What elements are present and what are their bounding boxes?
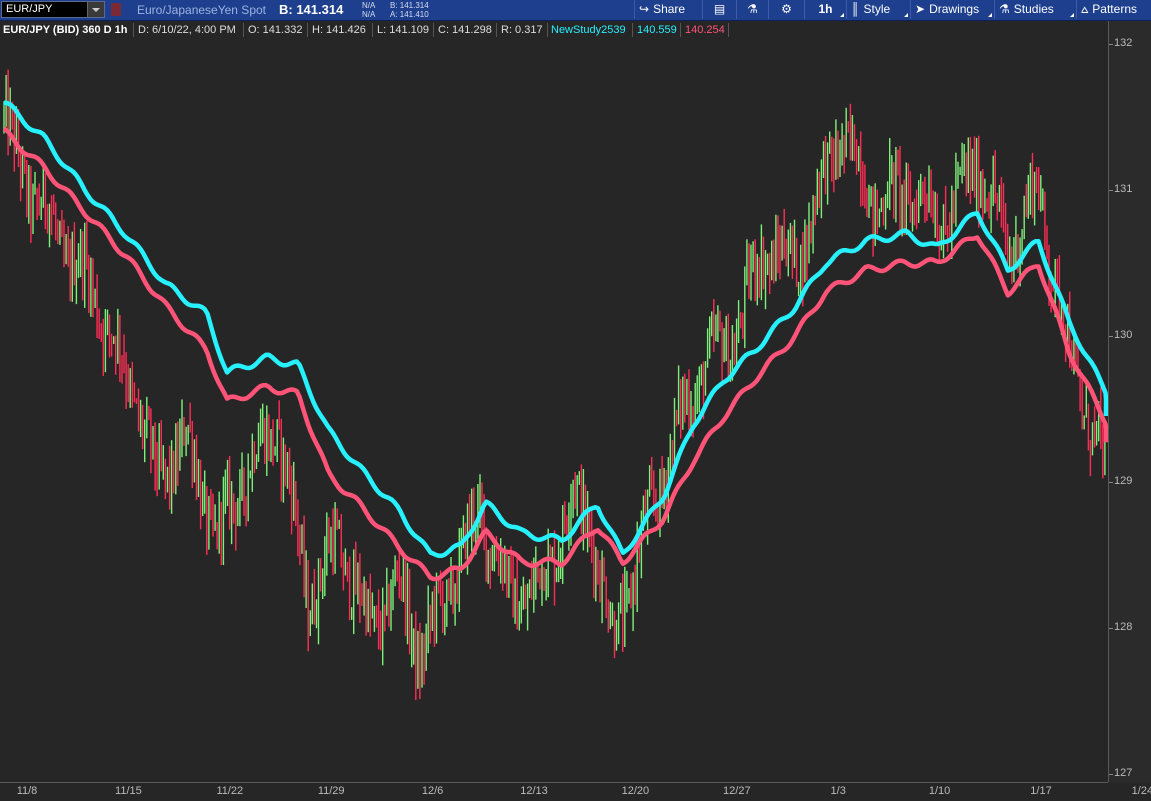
candles-icon: ║	[851, 2, 860, 16]
date-tick-label: 1/10	[928, 785, 951, 797]
price-axis[interactable]: 132 131 130 129 128 127	[1108, 21, 1151, 782]
price-tick-label: 129	[1114, 475, 1133, 487]
divider	[243, 23, 244, 37]
divider	[680, 23, 681, 37]
mini-quote-left-2: N/A	[362, 10, 376, 19]
date-tick-label: 1/3	[830, 785, 846, 797]
high-value: H: 141.426	[312, 24, 366, 36]
flask-icon: ⚗	[999, 2, 1010, 16]
bid-price: B: 141.314	[279, 2, 344, 17]
chart-settings-icon: ▤	[713, 2, 726, 16]
date-axis[interactable]: 11/8 11/15 11/22 11/29 12/6 12/13 12/20 12/27 1/…	[0, 782, 1151, 801]
divider	[433, 23, 434, 37]
corner-arrow-icon	[1070, 13, 1074, 17]
timeframe-label: 1h	[818, 2, 833, 16]
mini-bid: B: 141.314	[390, 1, 429, 10]
style-label: Style	[863, 2, 891, 16]
date-tick-label: 12/6	[421, 785, 444, 797]
price-tick-label: 128	[1114, 621, 1133, 633]
drawings-button[interactable]: ➤ Drawings	[910, 0, 994, 19]
flag-icon[interactable]	[111, 3, 121, 16]
date-tick-label: 12/13	[520, 785, 548, 797]
chevron-down-icon[interactable]	[87, 2, 104, 17]
gear-icon: ⚙	[781, 2, 792, 16]
flask-icon: ⚗	[747, 2, 758, 16]
range-value: R: 0.317	[501, 24, 543, 36]
gear-button[interactable]: ⚙	[768, 0, 804, 19]
price-tick-mark	[1109, 336, 1113, 337]
divider	[372, 23, 373, 37]
price-tick-mark	[1109, 190, 1113, 191]
symbol-description: Euro/JapaneseYen Spot	[137, 3, 266, 17]
patterns-icon: ⩟	[1081, 2, 1089, 16]
date-tick-label: 1/24	[1131, 785, 1151, 797]
study-value-1: 140.559	[637, 24, 677, 36]
date-tick-label: 11/15	[115, 785, 142, 797]
symbol-selector[interactable]: EUR/JPY	[1, 1, 105, 18]
price-tick-mark	[1109, 482, 1113, 483]
divider	[547, 23, 548, 37]
open-value: O: 141.332	[248, 24, 303, 36]
date-tick-label: 11/8	[16, 785, 38, 797]
date-tick-label: 12/27	[723, 785, 751, 797]
date-tick-label: 11/22	[216, 785, 244, 797]
corner-arrow-icon	[840, 13, 844, 17]
timeframe-button[interactable]: 1h	[804, 0, 846, 19]
price-tick-label: 131	[1114, 183, 1133, 195]
chart-settings-button[interactable]: ▤	[702, 0, 736, 19]
studies-label: Studies	[1013, 2, 1054, 16]
divider	[632, 23, 633, 37]
chart-info-bar: EUR/JPY (BID) 360 D 1h D: 6/10/22, 4:00 …	[0, 21, 1108, 39]
drawings-label: Drawings	[929, 2, 980, 16]
price-tick-mark	[1109, 44, 1113, 45]
date-tick-label: 11/29	[317, 785, 345, 797]
corner-arrow-icon	[988, 13, 992, 17]
corner-arrow-icon	[904, 13, 908, 17]
price-tick-label: 127	[1114, 767, 1133, 779]
study-value-2: 140.254	[685, 24, 725, 36]
price-chart[interactable]	[0, 40, 1108, 782]
price-tick-label: 132	[1114, 37, 1133, 49]
style-button[interactable]: ║ Style	[846, 0, 910, 19]
date-tick-label: 12/20	[621, 785, 650, 797]
patterns-button[interactable]: ⩟ Patterns	[1076, 0, 1151, 19]
symbol-text: EUR/JPY	[6, 3, 53, 15]
date-tick-label: 1/17	[1030, 785, 1052, 797]
divider	[133, 23, 134, 37]
price-bars	[3, 69, 1106, 701]
mini-ask: A: 141.410	[390, 10, 429, 19]
price-tick-label: 130	[1114, 329, 1133, 341]
study-name[interactable]: NewStudy2539	[551, 21, 626, 39]
close-value: C: 141.298	[438, 24, 492, 36]
price-tick-mark	[1109, 774, 1113, 775]
top-toolbar: EUR/JPY Euro/JapaneseYen Spot B: 141.314…	[0, 0, 1151, 21]
flask-button[interactable]: ⚗	[736, 0, 768, 19]
chart-title: EUR/JPY (BID) 360 D 1h	[3, 24, 128, 36]
divider	[307, 23, 308, 37]
studies-button[interactable]: ⚗ Studies	[994, 0, 1076, 19]
low-value: L: 141.109	[377, 24, 429, 36]
price-tick-mark	[1109, 628, 1113, 629]
patterns-label: Patterns	[1092, 2, 1137, 16]
cursor-icon: ➤	[915, 2, 926, 16]
mini-quote-left-1: N/A	[362, 1, 376, 10]
study-line-lower	[2, 126, 1108, 582]
divider	[728, 23, 729, 37]
divider	[496, 23, 497, 37]
share-icon: ↪	[639, 2, 650, 16]
bar-date: D: 6/10/22, 4:00 PM	[138, 24, 236, 36]
share-label: Share	[653, 2, 686, 16]
share-button[interactable]: ↪ Share	[634, 0, 702, 19]
